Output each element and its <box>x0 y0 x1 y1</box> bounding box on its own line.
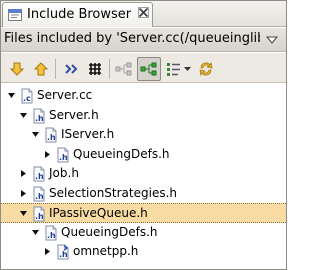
view-toolbar <box>1 53 286 83</box>
tree-item[interactable]: .c Server.cc <box>1 86 286 106</box>
tree-item-label: SelectionStrategies.h <box>49 185 178 200</box>
include-tree[interactable]: .c Server.cc .h Server.h .h IServer.h .h Queuei… <box>1 85 286 269</box>
header-file-icon: .h <box>33 108 45 123</box>
history-list-icon <box>166 63 180 76</box>
link-with-editor-button[interactable] <box>61 59 81 79</box>
collapse-all-icon <box>89 63 101 75</box>
svg-text:.h: .h <box>47 231 56 240</box>
show-included-files-icon <box>140 62 157 76</box>
previous-match-button[interactable] <box>31 59 51 79</box>
tree-item-label: QueueingDefs.h <box>61 224 158 239</box>
expanded-triangle-icon[interactable] <box>7 91 16 100</box>
collapsed-triangle-icon[interactable] <box>19 189 28 198</box>
view-menu-chevron-down-icon[interactable] <box>265 34 279 46</box>
tree-item[interactable]: .h QueueingDefs.h <box>1 145 286 165</box>
svg-text:.h: .h <box>59 250 68 259</box>
refresh-button[interactable] <box>196 59 216 79</box>
svg-text:.h: .h <box>59 153 68 162</box>
tree-item-label: IPassiveQueue.h <box>49 206 148 220</box>
include-browser-tab[interactable]: Include Browser <box>2 2 153 27</box>
close-icon[interactable] <box>136 7 150 21</box>
tree-item[interactable]: .h SelectionStrategies.h <box>1 184 286 204</box>
include-browser-view: Include Browser Files included by 'Serve… <box>0 0 287 270</box>
tree-item[interactable]: .h QueueingDefs.h <box>1 223 286 243</box>
include-browser-icon <box>8 9 22 21</box>
link-icon <box>65 64 78 74</box>
header-file-icon: .h <box>33 206 45 222</box>
show-included-files-button[interactable] <box>137 57 161 81</box>
expanded-triangle-icon[interactable] <box>31 130 40 139</box>
svg-text:.h: .h <box>35 192 44 201</box>
expanded-triangle-icon[interactable] <box>19 111 28 120</box>
svg-text:.h: .h <box>35 212 44 221</box>
expanded-triangle-icon[interactable] <box>31 228 40 237</box>
header-file-icon: .h <box>33 166 45 182</box>
arrow-down-icon <box>9 62 25 76</box>
collapse-all-button[interactable] <box>85 59 105 79</box>
show-includers-icon <box>115 62 132 76</box>
header-file-icon: .h <box>57 147 69 162</box>
view-tab-bar: Include Browser <box>1 1 286 27</box>
header-file-icon: .h <box>45 127 57 143</box>
content-description-bar: Files included by 'Server.cc(/queueingli… <box>1 28 286 52</box>
svg-text:.h: .h <box>47 133 56 142</box>
tree-item[interactable]: .h Server.h <box>1 106 286 126</box>
tree-item[interactable]: .h omnetpp.h <box>1 242 286 262</box>
svg-text:.c: .c <box>23 94 31 103</box>
tab-title: Include Browser <box>27 7 132 22</box>
header-file-icon: .h <box>33 186 45 201</box>
refresh-icon <box>199 61 213 77</box>
header-file-icon: .h <box>45 225 57 240</box>
c-source-file-icon: .c <box>21 88 33 104</box>
show-includers-button[interactable] <box>114 59 134 79</box>
show-include-history-dropdown[interactable] <box>164 59 192 79</box>
tree-item[interactable]: .h IServer.h <box>1 125 286 145</box>
tree-item-label: Job.h <box>49 166 79 180</box>
tree-item-label: QueueingDefs.h <box>73 146 170 161</box>
collapsed-triangle-icon[interactable] <box>19 169 28 178</box>
tree-item-selected[interactable]: .h IPassiveQueue.h <box>1 203 286 223</box>
tree-item-label: omnetpp.h <box>73 244 139 258</box>
svg-text:.h: .h <box>35 114 44 123</box>
collapsed-triangle-icon[interactable] <box>43 150 52 159</box>
expanded-triangle-icon[interactable] <box>19 209 28 218</box>
next-match-button[interactable] <box>7 59 27 79</box>
system-header-file-icon: .h <box>57 244 69 260</box>
arrow-up-icon <box>33 62 49 76</box>
svg-text:.h: .h <box>35 172 44 181</box>
tree-item-label: Server.cc <box>37 88 93 102</box>
tree-item-label: Server.h <box>49 107 99 122</box>
collapsed-triangle-icon[interactable] <box>43 247 52 256</box>
chevron-down-icon <box>183 67 191 71</box>
tree-item[interactable]: .h Job.h <box>1 164 286 184</box>
tree-item-label: IServer.h <box>61 127 115 141</box>
files-included-by-label: Files included by 'Server.cc(/queueingli… <box>4 31 260 46</box>
